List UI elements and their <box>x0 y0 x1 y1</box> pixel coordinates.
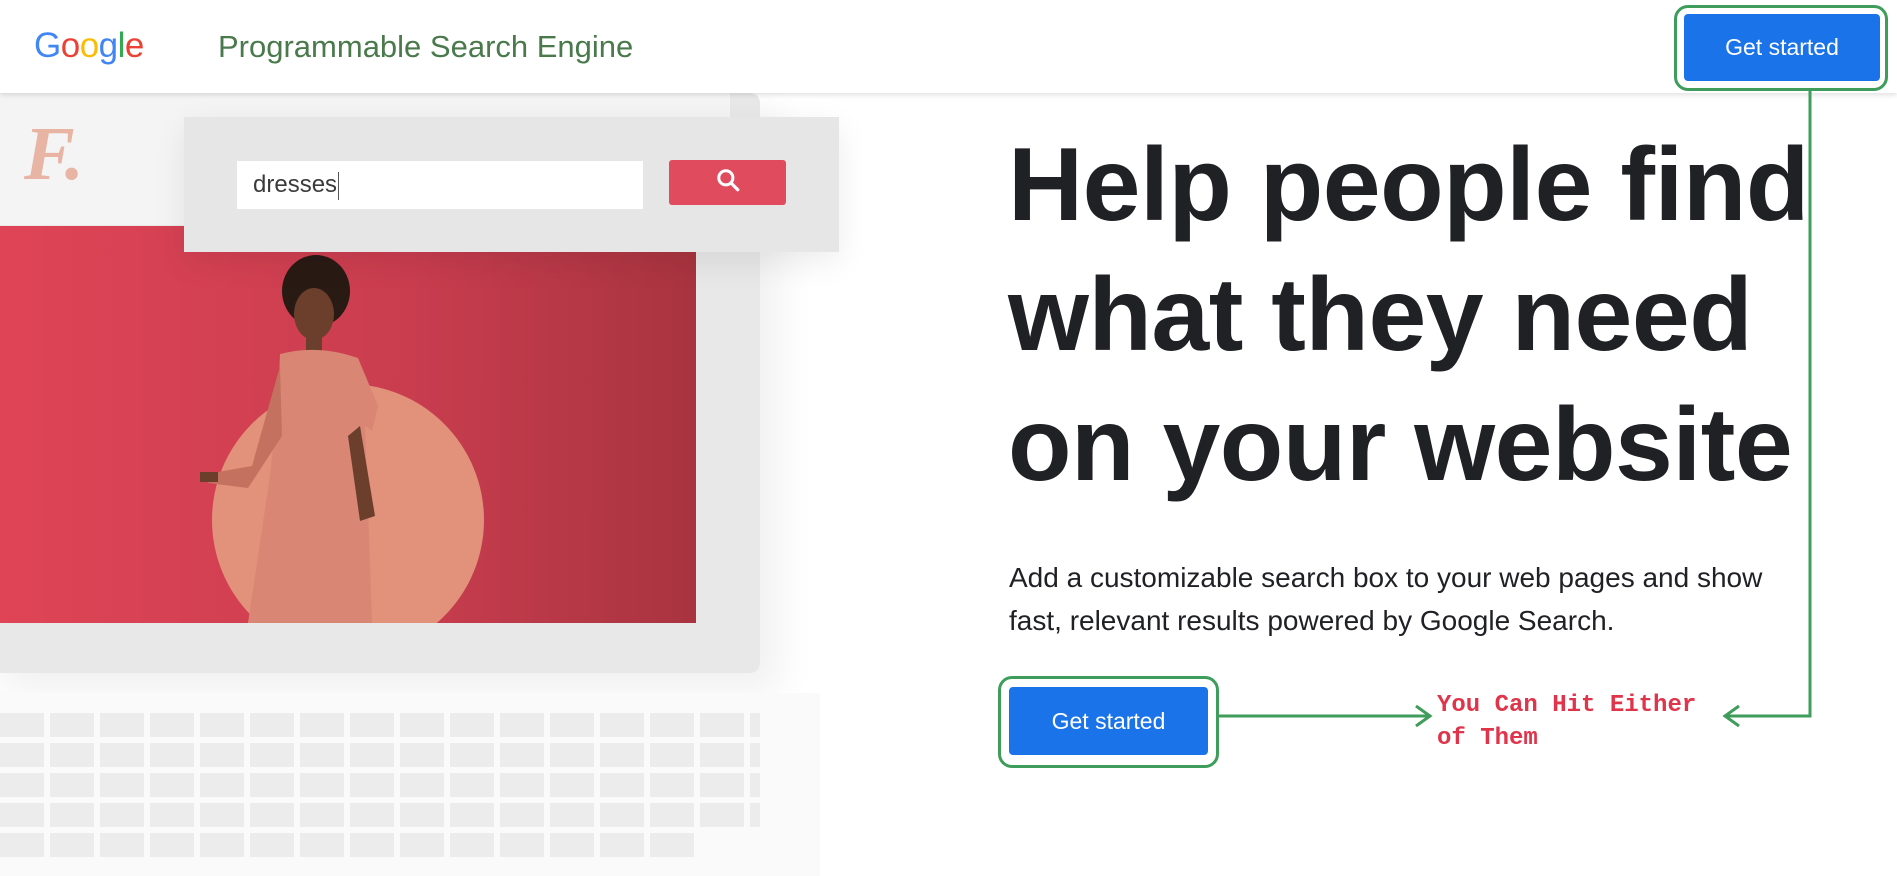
search-panel: dresses <box>184 117 839 252</box>
annotation-line: You Can Hit Either <box>1437 692 1697 719</box>
keyboard-row <box>0 833 700 857</box>
keyboard-row <box>0 773 760 797</box>
product-name[interactable]: Programmable Search Engine <box>218 29 633 65</box>
top-header: Google Programmable Search Engine Get st… <box>0 0 1897 93</box>
keyboard-row <box>0 803 760 827</box>
logo-letter: e <box>124 26 144 65</box>
logo-letter: o <box>79 26 99 65</box>
header-get-started-button[interactable]: Get started <box>1684 14 1880 81</box>
model-photo <box>0 226 696 623</box>
logo-letter: l <box>117 26 126 65</box>
logo-letter: g <box>98 26 118 65</box>
annotation-note: You Can Hit Either of Them <box>1437 689 1696 755</box>
model-figure <box>200 255 378 623</box>
annotation-line: of Them <box>1437 725 1538 752</box>
keyboard-row <box>0 743 760 767</box>
search-input[interactable]: dresses <box>237 161 643 209</box>
hero-headline: Help people find what they need on your … <box>1008 127 1809 503</box>
hero-get-started-button[interactable]: Get started <box>1009 687 1208 755</box>
logo-letter: o <box>60 26 80 65</box>
keyboard-row <box>0 713 760 737</box>
search-icon <box>715 167 741 198</box>
hero-illustration: F. dresses <box>0 93 920 876</box>
search-button[interactable] <box>669 160 786 205</box>
keyboard-illustration <box>0 693 820 876</box>
brand-logo: F. <box>24 112 84 196</box>
hero-subtext: Add a customizable search box to your we… <box>1009 562 1763 636</box>
logo-letter: G <box>34 26 61 65</box>
search-input-value: dresses <box>253 171 338 198</box>
text-caret <box>338 171 340 200</box>
google-logo[interactable]: Google <box>34 26 144 66</box>
